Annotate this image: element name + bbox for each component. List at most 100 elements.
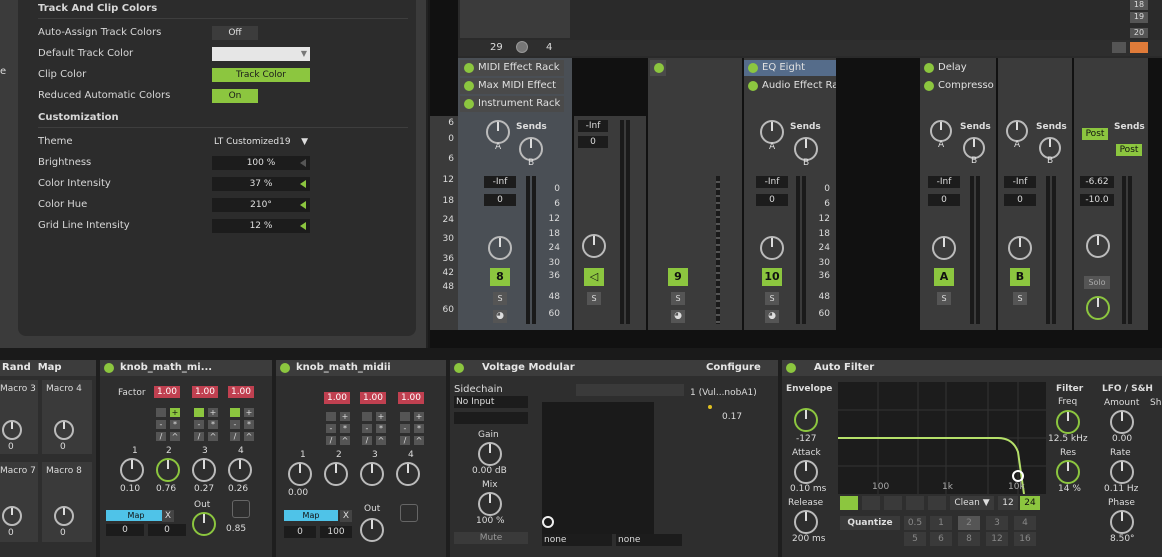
volume-field[interactable]: -Inf [928, 176, 960, 188]
phase-knob[interactable] [1110, 510, 1134, 534]
input-knob-1[interactable] [288, 462, 312, 486]
record-icon[interactable] [232, 500, 250, 518]
filter-curve-display[interactable] [838, 382, 1046, 494]
cue-knob[interactable] [1086, 296, 1110, 320]
arm-icon[interactable]: ◕ [671, 310, 685, 323]
sidechain-channel-field[interactable] [454, 412, 528, 424]
send-a-knob[interactable] [486, 120, 510, 144]
track-activator[interactable]: 9 [668, 268, 688, 286]
volume-field[interactable]: -Inf [578, 120, 608, 132]
color-intensity-field[interactable]: 37 % [212, 177, 310, 191]
map-max-field[interactable]: 0 [148, 524, 186, 536]
track-activator[interactable]: 10 [762, 268, 782, 286]
device-on-icon[interactable] [786, 363, 796, 373]
macro-4[interactable]: Macro 4 0 [42, 380, 92, 454]
map-button[interactable]: Map [106, 510, 166, 521]
value-field[interactable]: 1.00 [228, 386, 254, 398]
highpass-filter-icon[interactable] [862, 496, 880, 510]
pan-knob[interactable] [488, 236, 512, 260]
mix-knob[interactable] [478, 492, 502, 516]
resonance-knob[interactable] [1056, 460, 1080, 484]
op-button[interactable]: / [400, 436, 410, 445]
device-on-icon[interactable] [454, 363, 464, 373]
device-slot[interactable] [650, 60, 666, 76]
send-a-knob[interactable] [1006, 120, 1028, 142]
value-field[interactable]: 1.00 [398, 392, 424, 404]
volume-field[interactable]: -Inf [756, 176, 788, 188]
quantize-option[interactable]: 5 [904, 532, 926, 546]
op-button[interactable]: / [326, 436, 336, 445]
theme-dropdown[interactable]: LT Customized19 ▼ [212, 135, 310, 149]
rand-button[interactable]: Rand [2, 362, 31, 373]
color-hue-field[interactable]: 210° [212, 198, 310, 212]
macro-8[interactable]: Macro 8 0 [42, 462, 92, 542]
op-button[interactable]: - [400, 424, 410, 433]
sidechain-input-dropdown[interactable]: No Input [454, 396, 528, 408]
device-audio-effect-rack[interactable]: Audio Effect Ra [744, 78, 836, 94]
send-a-knob[interactable] [930, 120, 952, 142]
jack-icon[interactable] [542, 516, 554, 528]
value-field[interactable]: 1.00 [324, 392, 350, 404]
quantize-option[interactable]: 12 [986, 532, 1008, 546]
auto-assign-toggle[interactable]: Off [212, 26, 258, 40]
post-button[interactable]: Post [1116, 144, 1142, 156]
solo-button[interactable]: S [493, 292, 507, 305]
quantize-option[interactable]: 8 [958, 532, 980, 546]
value-field[interactable]: 1.00 [192, 386, 218, 398]
solo-button[interactable]: S [765, 292, 779, 305]
lowpass-filter-icon[interactable] [840, 496, 858, 510]
quantize-option[interactable]: 0.5 [904, 516, 926, 530]
macro-knob[interactable] [2, 506, 22, 526]
input-knob-3[interactable] [360, 462, 384, 486]
solo-button[interactable]: S [937, 292, 951, 305]
map-min-field[interactable]: 0 [106, 524, 144, 536]
track-activator[interactable]: B [1010, 268, 1030, 286]
unmap-button[interactable]: X [162, 510, 174, 522]
device-midi-effect-rack[interactable]: MIDI Effect Rack [460, 60, 564, 76]
track-activator[interactable]: A [934, 268, 954, 286]
scene-number[interactable]: 20 [1130, 28, 1148, 38]
configure-button[interactable]: Configure [706, 360, 761, 376]
op-button[interactable]: ^ [376, 436, 386, 445]
pan-field[interactable]: 0 [756, 194, 788, 206]
device-on-icon[interactable] [748, 81, 758, 91]
macro-knob[interactable] [54, 420, 74, 440]
scene-number[interactable]: 19 [1130, 12, 1148, 23]
output-dropdown-2[interactable]: none [616, 534, 682, 546]
op-button[interactable]: * [170, 420, 180, 429]
slope-12-button[interactable]: 12 [998, 496, 1018, 510]
volume-field[interactable]: -Inf [1004, 176, 1036, 188]
out-knob[interactable] [360, 518, 384, 542]
device-on-icon[interactable] [464, 99, 474, 109]
clip-color-chooser[interactable]: Track Color [212, 68, 310, 82]
op-button[interactable]: ^ [170, 432, 180, 441]
value-field[interactable]: 1.00 [360, 392, 386, 404]
device-compressor[interactable]: Compresso [920, 78, 996, 94]
device-on-icon[interactable] [924, 63, 934, 73]
track-midi[interactable] [574, 116, 646, 330]
pan-knob[interactable] [1008, 236, 1032, 260]
op-button[interactable]: * [414, 424, 424, 433]
device-on-icon[interactable] [924, 81, 934, 91]
op-button[interactable]: + [414, 412, 424, 421]
input-knob-4[interactable] [228, 458, 252, 482]
morph-filter-icon[interactable] [928, 496, 946, 510]
device-on-icon[interactable] [748, 63, 758, 73]
device-delay[interactable]: Delay [920, 60, 996, 76]
op-button[interactable]: + [170, 408, 180, 417]
quantize-button[interactable]: Quantize [840, 516, 900, 530]
arm-icon[interactable]: ◕ [765, 310, 779, 323]
record-icon[interactable] [400, 504, 418, 522]
macro-knob[interactable] [54, 506, 74, 526]
value-field[interactable]: 1.00 [154, 386, 180, 398]
solo-button[interactable]: S [587, 292, 601, 305]
op-button[interactable]: - [194, 420, 204, 429]
quantize-option[interactable]: 6 [930, 532, 952, 546]
track-9[interactable] [648, 58, 742, 330]
notch-filter-icon[interactable] [906, 496, 924, 510]
op-button[interactable] [400, 412, 410, 421]
input-knob-2[interactable] [156, 458, 180, 482]
speaker-icon[interactable]: ◁ [584, 268, 604, 286]
pan-field[interactable]: -10.0 [1080, 194, 1114, 206]
input-knob-1[interactable] [120, 458, 144, 482]
